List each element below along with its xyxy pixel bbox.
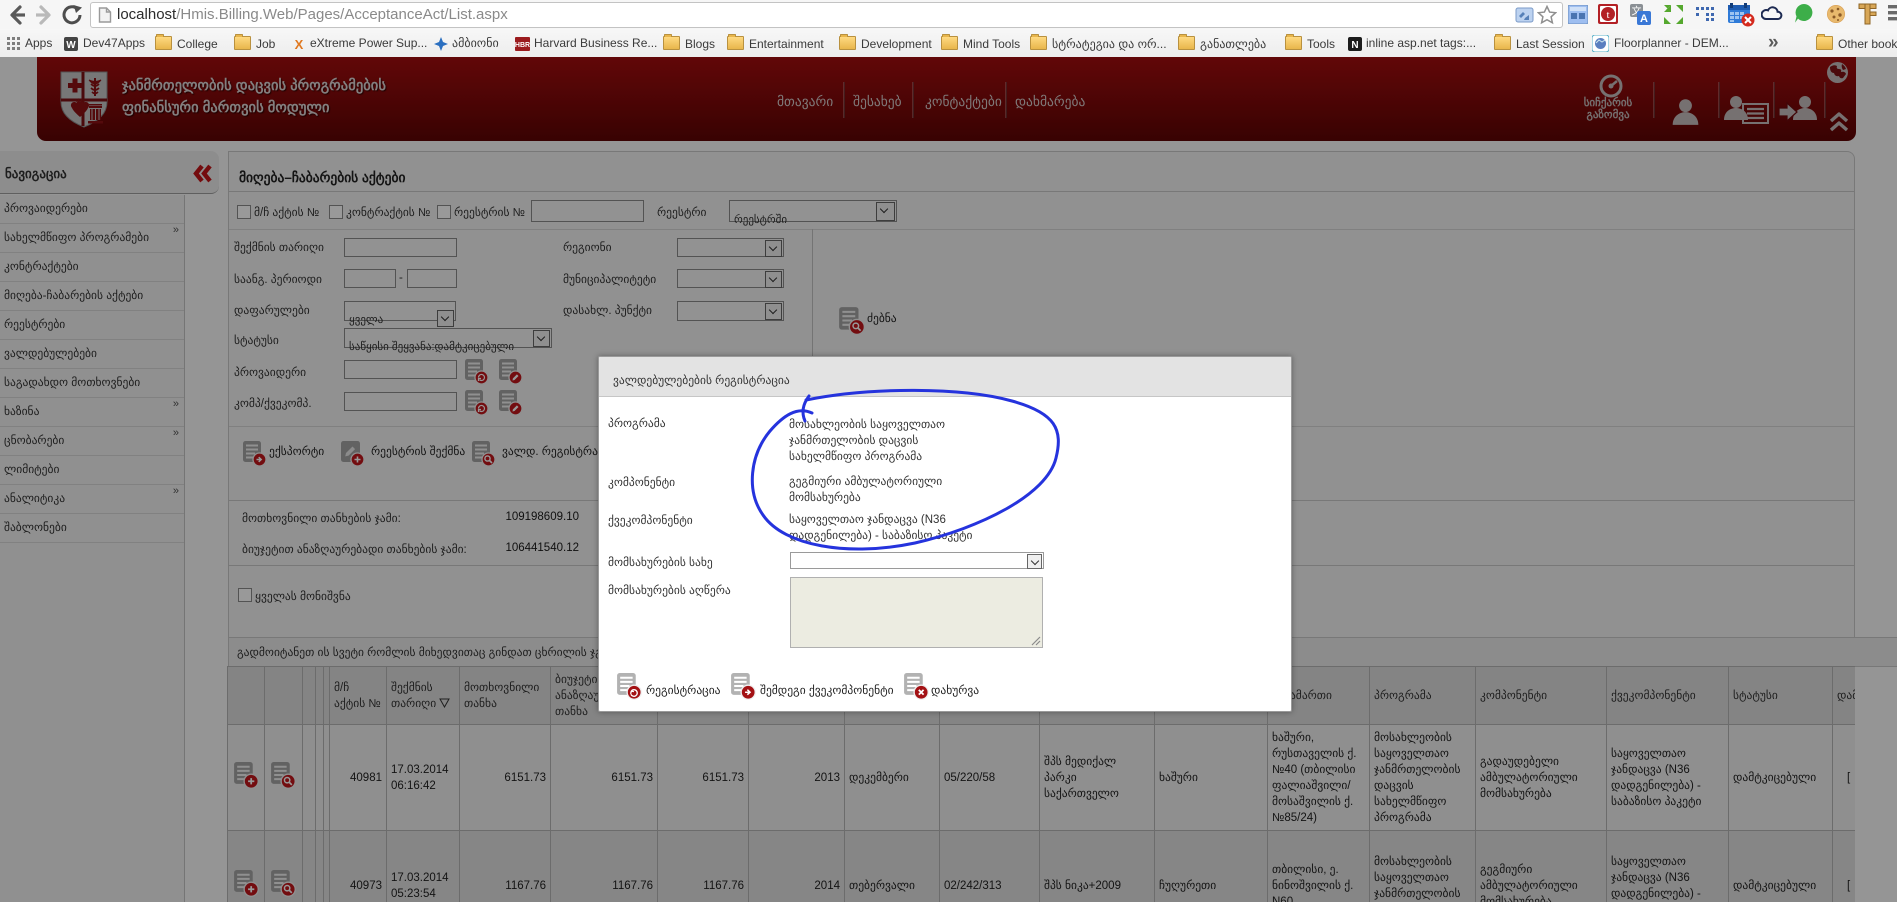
svg-text:A: A — [1640, 13, 1648, 25]
svg-text:X: X — [295, 37, 304, 51]
svg-text:HBR: HBR — [515, 42, 530, 49]
svg-text:t: t — [1606, 9, 1609, 21]
svg-text:N: N — [1351, 40, 1358, 51]
svg-text:W: W — [66, 40, 76, 51]
